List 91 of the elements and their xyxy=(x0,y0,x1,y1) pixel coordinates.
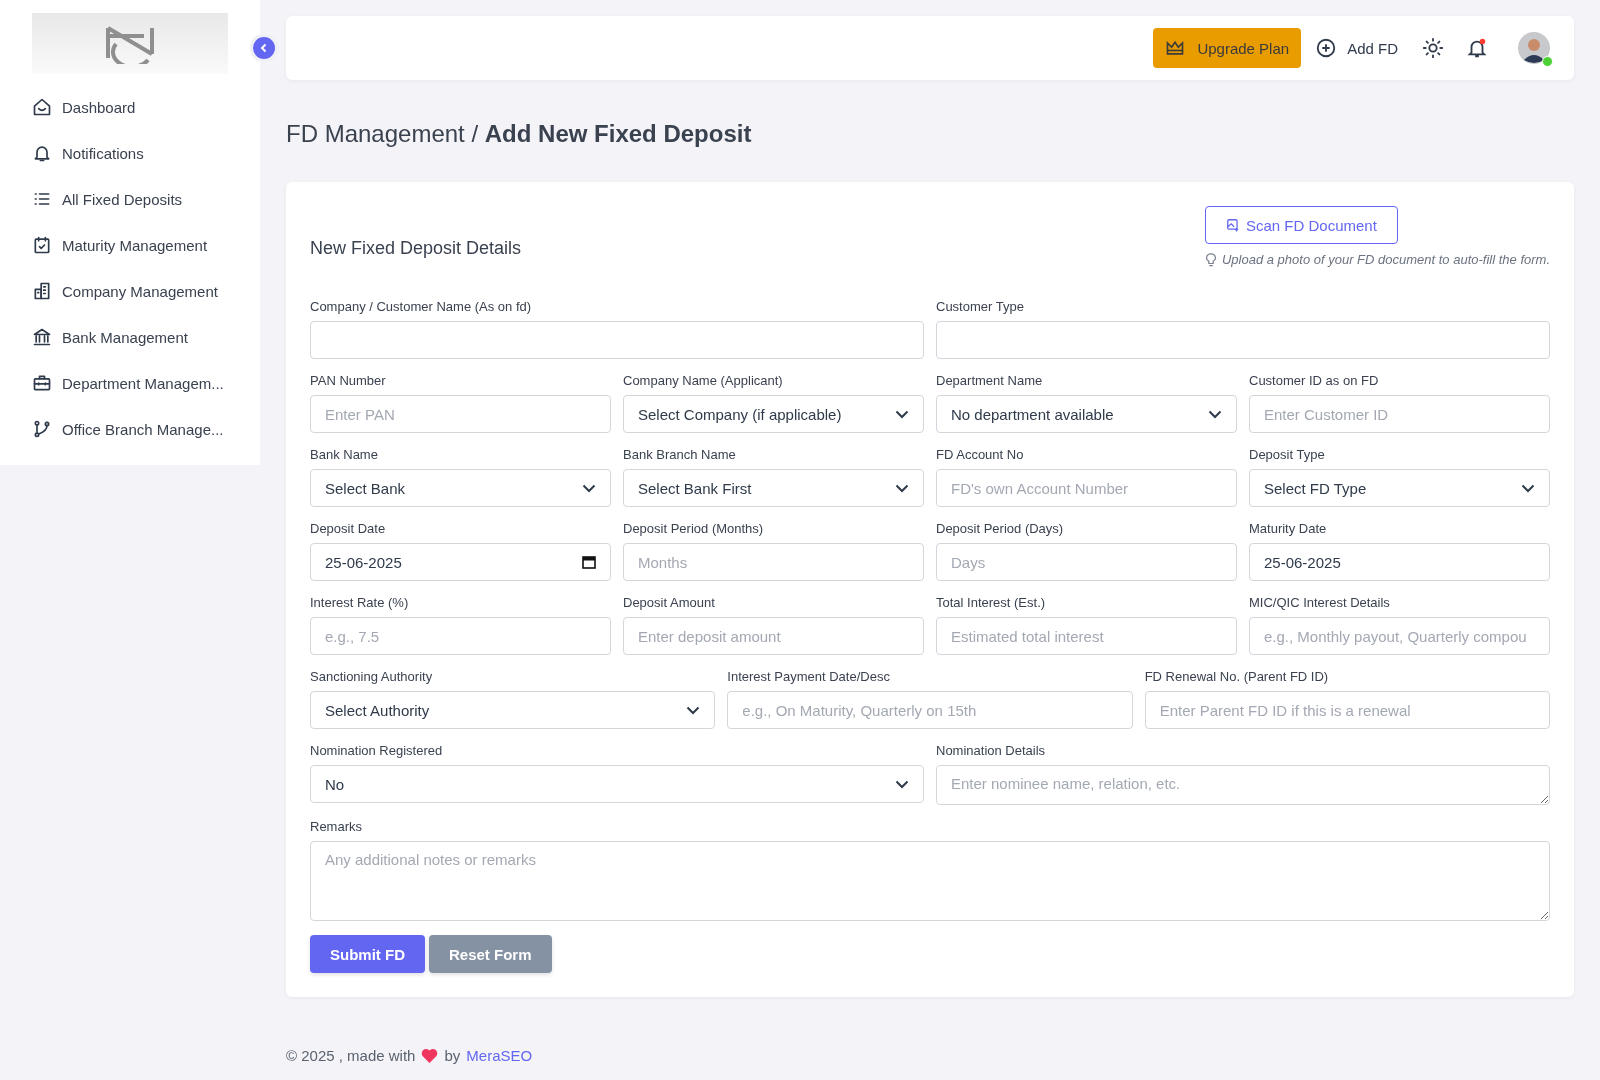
field-label: Deposit Period (Months) xyxy=(623,521,765,536)
upgrade-plan-button[interactable]: Upgrade Plan xyxy=(1153,28,1302,68)
field-label: Deposit Type xyxy=(1249,447,1326,462)
bank-icon xyxy=(32,327,52,347)
select-field[interactable]: Select Company (if applicable) xyxy=(623,395,924,433)
image-scan-icon xyxy=(1225,218,1240,232)
sidebar-item[interactable]: All Fixed Deposits xyxy=(32,176,228,222)
submit-button[interactable]: Submit FD xyxy=(310,935,425,973)
select-field[interactable]: Select FD Type xyxy=(1249,469,1550,507)
briefcase-icon xyxy=(32,373,52,393)
text-input[interactable]: Enter deposit amount xyxy=(623,617,924,655)
sidebar-item[interactable]: Notifications xyxy=(32,130,228,176)
footer-text: © 2025 , made with xyxy=(286,1047,416,1064)
chevron-left-icon xyxy=(259,43,269,53)
text-input[interactable]: Days xyxy=(936,543,1237,581)
text-input[interactable]: e.g., 7.5 xyxy=(310,617,611,655)
field-label: Department Name xyxy=(936,373,1044,388)
chevron-down-icon xyxy=(895,409,909,419)
field-label: Total Interest (Est.) xyxy=(936,595,1047,610)
chevron-down-icon xyxy=(582,483,596,493)
sidebar-item[interactable]: Company Management xyxy=(32,268,228,314)
field-label: Company / Customer Name (As on fd) xyxy=(310,299,533,314)
crown-icon xyxy=(1165,38,1186,58)
text-area[interactable]: Any additional notes or remarks xyxy=(310,841,1550,921)
calendar-icon xyxy=(32,235,52,255)
field-label: Deposit Period (Days) xyxy=(936,521,1065,536)
calendar-icon xyxy=(582,555,596,569)
select-field[interactable]: No department available xyxy=(936,395,1237,433)
sidebar-item[interactable]: Dashboard xyxy=(32,84,228,130)
collapse-button[interactable] xyxy=(250,34,278,62)
footer-text: by xyxy=(444,1047,461,1064)
text-input[interactable]: FD's own Account Number xyxy=(936,469,1237,507)
text-input[interactable]: e.g., On Maturity, Quarterly on 15th xyxy=(727,691,1133,729)
plus-circle-icon xyxy=(1315,37,1338,59)
text-area[interactable]: Enter nominee name, relation, etc. xyxy=(936,765,1550,805)
home-icon xyxy=(32,97,52,117)
building-icon xyxy=(32,281,52,301)
text-input[interactable]: 25-06-2025 xyxy=(1249,543,1550,581)
heart-icon xyxy=(421,1048,439,1063)
field-label: FD Renewal No. (Parent FD ID) xyxy=(1144,669,1330,684)
chevron-down-icon xyxy=(1521,483,1535,493)
footer-link[interactable]: MeraSEO xyxy=(466,1047,533,1064)
field-label: FD Account No xyxy=(936,447,1025,462)
lightbulb-icon xyxy=(1204,252,1217,267)
text-input[interactable]: Enter PAN xyxy=(310,395,611,433)
field-label: Deposit Amount xyxy=(623,595,716,610)
field-label: Customer ID as on FD xyxy=(1249,373,1380,388)
branch-icon xyxy=(32,419,52,439)
add-fd-button[interactable]: Add FD xyxy=(1315,37,1398,59)
chevron-down-icon xyxy=(1208,409,1222,419)
field-label: Sanctioning Authority xyxy=(310,669,434,684)
sidebar-item[interactable]: Office Branch Manage... xyxy=(32,406,228,452)
chevron-down-icon xyxy=(895,483,909,493)
field-label: Deposit Date xyxy=(310,521,387,536)
select-field[interactable]: No xyxy=(310,765,924,803)
form-title: New Fixed Deposit Details xyxy=(310,238,522,259)
text-input[interactable]: Months xyxy=(623,543,924,581)
select-field[interactable]: Select Authority xyxy=(310,691,716,729)
field-label: PAN Number xyxy=(310,373,387,388)
sidebar-item[interactable]: Bank Management xyxy=(32,314,228,360)
sidebar-item[interactable]: Department Managem... xyxy=(32,360,228,406)
chevron-down-icon xyxy=(686,705,701,715)
text-input[interactable] xyxy=(936,321,1550,359)
bell-icon xyxy=(32,143,52,163)
field-label: Nomination Details xyxy=(936,743,1047,758)
chevron-down-icon xyxy=(895,779,909,789)
select-field[interactable]: Select Bank xyxy=(310,469,611,507)
field-label: Customer Type xyxy=(936,299,1025,314)
select-field[interactable]: Select Bank First xyxy=(623,469,924,507)
field-label: Interest Payment Date/Desc xyxy=(727,669,891,684)
notification-bell-icon[interactable] xyxy=(1466,37,1488,59)
avatar-icon[interactable] xyxy=(1518,32,1550,64)
sidebar-item[interactable]: Maturity Management xyxy=(32,222,228,268)
text-input[interactable]: e.g., Monthly payout, Quarterly compou xyxy=(1249,617,1550,655)
field-label: Remarks xyxy=(310,819,363,834)
field-label: Bank Name xyxy=(310,447,379,462)
sun-icon[interactable] xyxy=(1422,37,1444,59)
text-input[interactable]: Estimated total interest xyxy=(936,617,1237,655)
page-title: FD Management / Add New Fixed Deposit xyxy=(286,120,753,148)
field-label: Nomination Registered xyxy=(310,743,444,758)
field-label: Company Name (Applicant) xyxy=(623,373,784,388)
text-input[interactable]: Enter Customer ID xyxy=(1249,395,1550,433)
text-input[interactable]: Enter Parent FD ID if this is a renewal xyxy=(1144,691,1550,729)
field-label: Maturity Date xyxy=(1249,521,1328,536)
field-label: MIC/QIC Interest Details xyxy=(1249,595,1391,610)
scan-fd-document-button[interactable]: Scan FD Document xyxy=(1204,206,1398,244)
text-input[interactable] xyxy=(310,321,924,359)
field-label: Bank Branch Name xyxy=(623,447,737,462)
field-label: Interest Rate (%) xyxy=(310,595,410,610)
scan-hint-text: Upload a photo of your FD document to auto-fill the form. xyxy=(1221,252,1550,267)
date-field[interactable]: 25-06-2025 xyxy=(310,543,611,581)
